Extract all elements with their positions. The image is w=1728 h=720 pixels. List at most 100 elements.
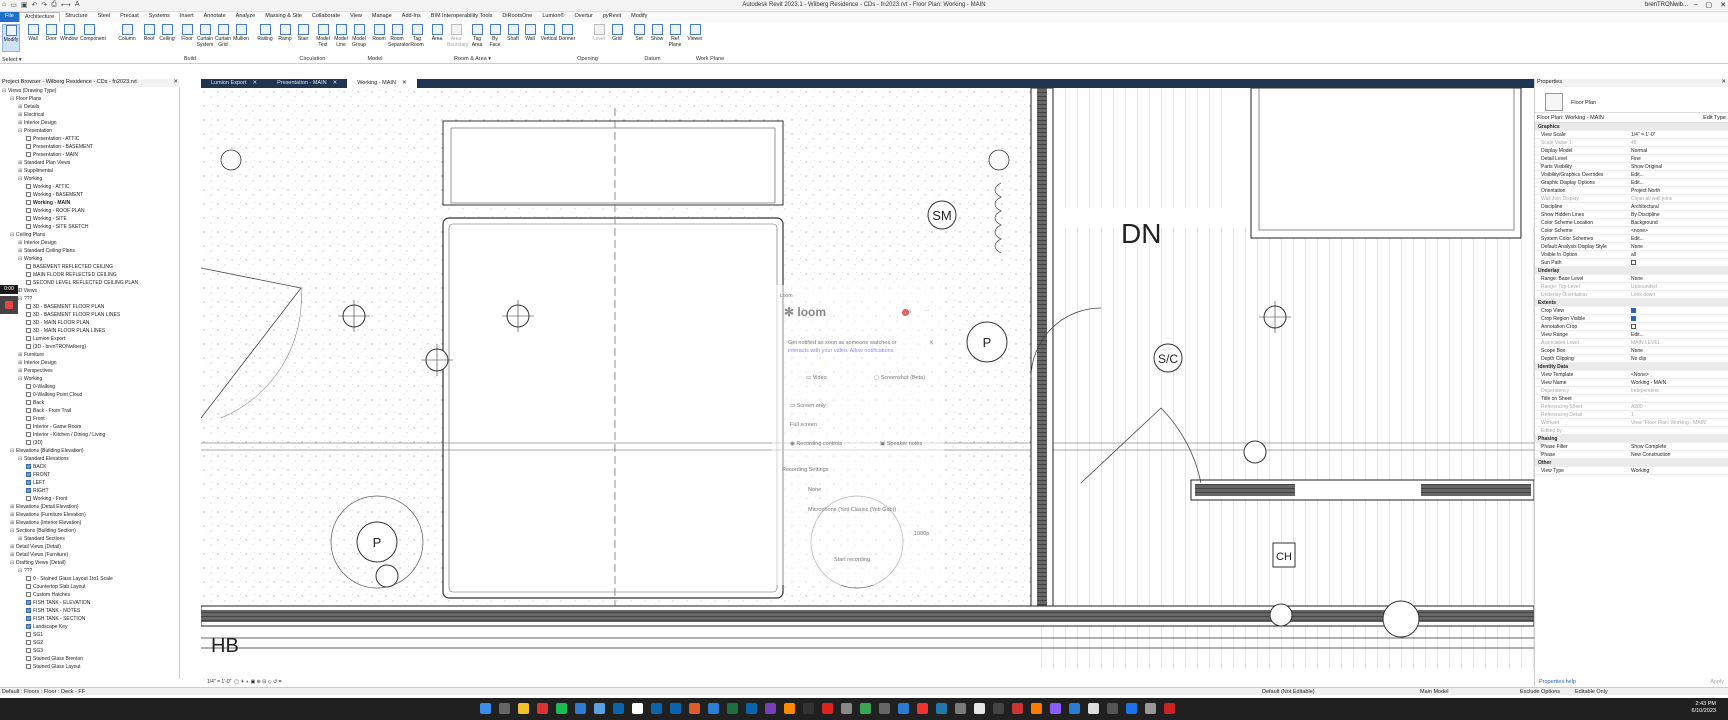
app-icon[interactable]: [1012, 703, 1023, 714]
tab-annotate[interactable]: Annotate: [199, 12, 231, 22]
tab-add-ins[interactable]: Add-Ins: [397, 12, 426, 22]
curtain-grid-button[interactable]: Curtain Grid: [214, 24, 232, 52]
property-row[interactable]: Underlay Orientation Look down: [1535, 291, 1728, 299]
app-icon[interactable]: [594, 703, 605, 714]
property-row[interactable]: Crop Region Visible: [1535, 315, 1728, 323]
stair-button[interactable]: Stair: [294, 24, 312, 52]
loom-more-icon[interactable]: ⋯: [924, 309, 930, 315]
close-icon[interactable]: ✕: [402, 80, 407, 87]
tree-item[interactable]: ⊟???: [18, 567, 32, 575]
tree-item[interactable]: Custom Hatches: [26, 591, 70, 599]
type-selector[interactable]: Floor Plan: [1535, 87, 1728, 113]
tree-item[interactable]: ⊞ Detail Views (Furniture): [10, 551, 68, 559]
property-value[interactable]: Working - MAIN: [1631, 379, 1666, 387]
property-row[interactable]: Discipline Architectural: [1535, 203, 1728, 211]
tree-item[interactable]: RIGHT: [26, 487, 49, 495]
loom-mode-screenshot[interactable]: ▢ Screenshot (Beta): [874, 375, 925, 381]
property-value[interactable]: None: [1631, 347, 1643, 355]
view-scale[interactable]: 1/4" = 1'-0": [207, 679, 231, 685]
tree-item[interactable]: SG2: [26, 639, 43, 647]
vertical-button[interactable]: Vertical: [540, 24, 558, 52]
app-icon[interactable]: [1069, 703, 1080, 714]
view-tab[interactable]: Lumion Export ✕: [201, 79, 267, 88]
tree-item[interactable]: ⊟ Working: [18, 255, 42, 263]
property-row[interactable]: Parts Visibility Show Original: [1535, 163, 1728, 171]
tab-massing-site[interactable]: Massing & Site: [260, 12, 307, 22]
tree-item[interactable]: Back: [26, 399, 44, 407]
railing-button[interactable]: Railing: [256, 24, 274, 52]
edge-icon[interactable]: [898, 703, 909, 714]
tree-item[interactable]: Working - Front: [26, 495, 67, 503]
area-button[interactable]: Area: [428, 24, 446, 52]
property-value[interactable]: Clean all wall joins: [1631, 195, 1672, 203]
tree-item[interactable]: FISH TANK - NOTES: [26, 607, 80, 615]
tab-insert[interactable]: Insert: [175, 12, 199, 22]
tree-item[interactable]: Lumion Export: [26, 335, 65, 343]
tab-manage[interactable]: Manage: [367, 12, 397, 22]
word-icon[interactable]: [746, 703, 757, 714]
property-row[interactable]: System Color Schemes Edit...: [1535, 235, 1728, 243]
tree-item[interactable]: ⊞ Electrical: [18, 111, 44, 119]
property-value[interactable]: 48: [1631, 139, 1637, 147]
tree-item[interactable]: FISH TANK - SECTION: [26, 615, 85, 623]
app-icon[interactable]: [1050, 703, 1061, 714]
tag-room-button[interactable]: Tag Room: [408, 24, 426, 52]
tree-item[interactable]: SECOND LEVEL REFLECTED CEILING PLAN: [26, 279, 138, 287]
chrome-icon[interactable]: [537, 703, 548, 714]
tab-overtur[interactable]: Overtur: [569, 12, 597, 22]
property-row[interactable]: Display Model Normal: [1535, 147, 1728, 155]
tree-item[interactable]: ⊞ Interior Design: [18, 119, 57, 127]
revit-icon[interactable]: [670, 703, 681, 714]
property-value[interactable]: Architectural: [1631, 203, 1659, 211]
tree-item[interactable]: ⊞ Elevations (Interior Elevation): [10, 519, 81, 527]
property-value[interactable]: View "Floor Plan: Working - MAIN": [1631, 419, 1707, 427]
loom-home-icon[interactable]: ⌂: [908, 309, 911, 315]
property-row[interactable]: Color Scheme Location Background: [1535, 219, 1728, 227]
tree-item[interactable]: ⊞ Interior Design: [18, 359, 57, 367]
tree-item[interactable]: ⊟???: [18, 295, 32, 303]
loom-controls-toggle[interactable]: ◉ Recording controls: [790, 441, 842, 447]
app-icon[interactable]: [936, 703, 947, 714]
tree-item[interactable]: {3D}: [26, 439, 43, 447]
tree-item[interactable]: Interior - Kitchen / Dining / Living: [26, 431, 105, 439]
property-row[interactable]: View Range Edit...: [1535, 331, 1728, 339]
grid-button[interactable]: Grid: [608, 24, 626, 52]
property-checkbox[interactable]: [1631, 324, 1636, 329]
tree-item[interactable]: ⊞ Elevations (Furniture Elevation): [10, 511, 86, 519]
property-row[interactable]: Annotation Crop: [1535, 323, 1728, 331]
acrobat-icon[interactable]: [822, 703, 833, 714]
property-row[interactable]: Orientation Project North: [1535, 187, 1728, 195]
tree-item[interactable]: ⊞ Elevations (Detail Elevation): [10, 503, 79, 511]
property-row[interactable]: Default Analysis Display Style None: [1535, 243, 1728, 251]
tree-item[interactable]: Landscape Key: [26, 623, 67, 631]
tree-item[interactable]: BASEMENT REFLECTED CEILING: [26, 263, 113, 271]
revit-icon[interactable]: [575, 703, 586, 714]
property-row[interactable]: Detail Level Fine: [1535, 155, 1728, 163]
property-row[interactable]: Show Hidden Lines By Discipline: [1535, 211, 1728, 219]
minimize-icon[interactable]: –: [1694, 1, 1698, 9]
door-button[interactable]: Door: [42, 24, 60, 52]
tree-item[interactable]: BACK: [26, 463, 47, 471]
property-value[interactable]: <none>: [1631, 227, 1648, 235]
property-value[interactable]: None: [1631, 243, 1643, 251]
property-row[interactable]: Workset View "Floor Plan: Working - MAIN": [1535, 419, 1728, 427]
tree-item[interactable]: ⊞ Standard Sections: [18, 535, 65, 543]
property-row[interactable]: View Template <None>: [1535, 371, 1728, 379]
property-row[interactable]: Phase New Construction: [1535, 451, 1728, 459]
property-row[interactable]: Title on Sheet: [1535, 395, 1728, 403]
tree-item[interactable]: ⊞ Supplimental: [18, 167, 53, 175]
property-value[interactable]: Show Original: [1631, 163, 1662, 171]
spotify-icon[interactable]: [556, 703, 567, 714]
show-button[interactable]: Show: [648, 24, 666, 52]
property-category[interactable]: Extents: [1535, 299, 1728, 307]
tab-modify[interactable]: Modify: [626, 12, 652, 22]
window-button[interactable]: Window: [60, 24, 78, 52]
close-icon[interactable]: ✕: [252, 80, 257, 87]
property-row[interactable]: View Type Working: [1535, 467, 1728, 475]
property-value[interactable]: New Construction: [1631, 451, 1670, 459]
search-icon[interactable]: [499, 703, 510, 714]
app-icon[interactable]: [1126, 703, 1137, 714]
tree-item[interactable]: Working - ROOF PLAN: [26, 207, 85, 215]
tree-item[interactable]: LEFT: [26, 479, 45, 487]
property-row[interactable]: Graphic Display Options Edit...: [1535, 179, 1728, 187]
